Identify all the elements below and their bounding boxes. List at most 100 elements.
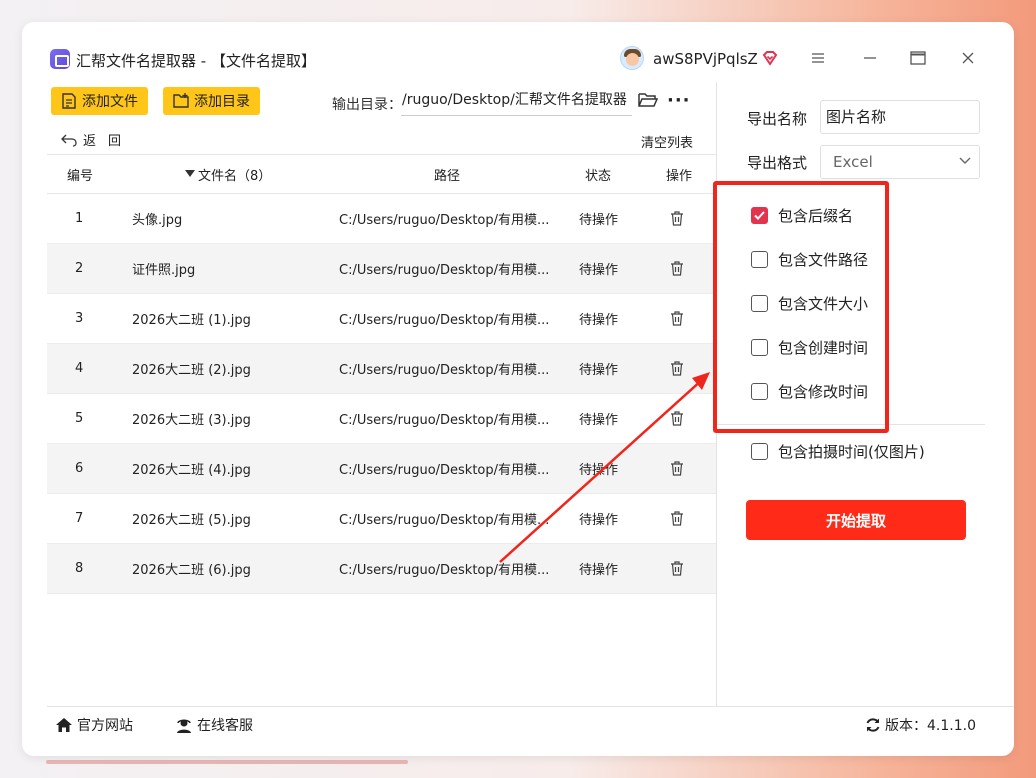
row-state: 待操作 [579, 363, 619, 378]
row-path: C:/Users/ruguo/Desktop/有用模... [339, 263, 550, 278]
maximize-icon[interactable] [908, 48, 928, 68]
output-directory-label: 输出目录： [332, 97, 402, 113]
option-include-modified-time[interactable]: 包含修改时间 [751, 380, 868, 402]
refresh-icon [866, 718, 880, 732]
status-bar: 官方网站 在线客服 版本：4.1.1.0 [47, 706, 1014, 740]
options-separator [717, 424, 985, 425]
window-title: 汇帮文件名提取器 - 【文件名提取】 [76, 52, 316, 70]
delete-icon[interactable] [670, 244, 684, 293]
row-name: 2026大二班 (3).jpg [132, 413, 251, 428]
export-format-label: 导出格式 [747, 154, 808, 172]
user-avatar[interactable] [620, 46, 644, 70]
official-site-link[interactable]: 官方网站 [55, 715, 133, 735]
header-no: 编号 [67, 168, 94, 184]
row-state: 待操作 [579, 413, 619, 428]
app-window: 汇帮文件名提取器 - 【文件名提取】 awS8PVjPqlsZ 添加文件 添加目… [22, 22, 1014, 756]
row-no: 3 [75, 311, 84, 326]
sort-down-icon [185, 170, 195, 177]
row-name: 2026大二班 (5).jpg [132, 513, 251, 528]
add-file-icon [62, 93, 76, 109]
option-label: 包含文件路径 [778, 250, 869, 269]
row-path: C:/Users/ruguo/Desktop/有用模... [339, 513, 550, 528]
checkbox[interactable] [751, 294, 768, 312]
row-name: 2026大二班 (6).jpg [132, 563, 251, 578]
row-path: C:/Users/ruguo/Desktop/有用模... [339, 363, 550, 378]
checkbox[interactable] [751, 382, 768, 400]
table-header: 编号 文件名（8） 路径 状态 操作 [47, 154, 717, 194]
checkbox[interactable] [751, 338, 768, 356]
add-directory-button[interactable]: 添加目录 [163, 87, 260, 115]
table-row[interactable]: 1 头像.jpg C:/Users/ruguo/Desktop/有用模... 待… [47, 194, 717, 244]
app-logo-icon [50, 49, 70, 69]
output-directory-field[interactable]: /ruguo/Desktop/汇帮文件名提取器 [401, 86, 632, 116]
export-name-input[interactable]: 图片名称 [820, 100, 980, 134]
export-format-value: Excel [833, 153, 873, 171]
delete-icon[interactable] [670, 294, 684, 343]
delete-icon[interactable] [670, 544, 684, 593]
add-file-button[interactable]: 添加文件 [51, 87, 148, 115]
row-no: 4 [75, 361, 84, 376]
back-label: 返回 [83, 134, 134, 149]
export-format-select[interactable]: Excel [820, 145, 980, 179]
back-button[interactable]: 返回 [61, 130, 133, 149]
minimize-icon[interactable] [860, 48, 880, 68]
row-state: 待操作 [579, 463, 619, 478]
table-row[interactable]: 5 2026大二班 (3).jpg C:/Users/ruguo/Desktop… [47, 394, 717, 444]
settings-panel: 导出名称 图片名称 导出格式 Excel 包含后缀名 包含文件路径 包含文件大小… [717, 82, 1014, 706]
version-info: 版本：4.1.1.0 [865, 715, 976, 735]
start-extract-button[interactable]: 开始提取 [746, 500, 966, 540]
row-no: 2 [75, 261, 84, 276]
clear-list-button[interactable]: 清空列表 [641, 132, 693, 151]
option-include-extension[interactable]: 包含后缀名 [751, 204, 853, 226]
option-label: 包含拍摄时间(仅图片) [778, 442, 925, 461]
row-state: 待操作 [579, 563, 619, 578]
chevron-down-icon [959, 157, 971, 164]
option-label: 包含创建时间 [778, 338, 869, 357]
row-path: C:/Users/ruguo/Desktop/有用模... [339, 463, 550, 478]
more-options-icon[interactable]: ··· [667, 90, 691, 111]
add-folder-icon [173, 93, 189, 108]
online-support-link[interactable]: 在线客服 [175, 715, 253, 735]
header-path: 路径 [434, 168, 461, 184]
row-name: 头像.jpg [132, 213, 183, 228]
avatar-face [626, 53, 639, 66]
delete-icon[interactable] [670, 444, 684, 493]
delete-icon[interactable] [670, 194, 684, 243]
username[interactable]: awS8PVjPqlsZ [653, 50, 758, 68]
option-include-path[interactable]: 包含文件路径 [751, 248, 868, 270]
option-label: 包含文件大小 [778, 294, 869, 313]
table-row[interactable]: 2 证件照.jpg C:/Users/ruguo/Desktop/有用模... … [47, 244, 717, 294]
row-state: 待操作 [579, 513, 619, 528]
delete-icon[interactable] [670, 394, 684, 443]
delete-icon[interactable] [670, 344, 684, 393]
row-no: 1 [75, 211, 84, 226]
table-row[interactable]: 7 2026大二班 (5).jpg C:/Users/ruguo/Desktop… [47, 494, 717, 544]
checkbox[interactable] [751, 442, 768, 460]
support-agent-icon [177, 719, 191, 733]
delete-icon[interactable] [670, 494, 684, 543]
row-state: 待操作 [579, 213, 619, 228]
option-include-size[interactable]: 包含文件大小 [751, 292, 868, 314]
row-name: 2026大二班 (4).jpg [132, 463, 251, 478]
header-name-label: 文件名（8） [198, 168, 272, 184]
back-arrow-icon [61, 134, 77, 147]
open-folder-icon[interactable] [638, 91, 658, 109]
row-name: 2026大二班 (2).jpg [132, 363, 251, 378]
checkbox-checked[interactable] [751, 206, 768, 224]
close-icon[interactable] [958, 48, 978, 68]
header-state: 状态 [585, 168, 612, 184]
menu-icon[interactable] [808, 48, 828, 68]
header-name[interactable]: 文件名（8） [185, 155, 271, 193]
table-row[interactable]: 6 2026大二班 (4).jpg C:/Users/ruguo/Desktop… [47, 444, 717, 494]
table-row[interactable]: 8 2026大二班 (6).jpg C:/Users/ruguo/Desktop… [47, 544, 717, 594]
row-path: C:/Users/ruguo/Desktop/有用模... [339, 313, 550, 328]
home-icon [56, 718, 72, 732]
option-include-created-time[interactable]: 包含创建时间 [751, 336, 868, 358]
background-progress-bar [46, 760, 408, 764]
option-include-shooting-time[interactable]: 包含拍摄时间(仅图片) [751, 440, 925, 462]
table-row[interactable]: 3 2026大二班 (1).jpg C:/Users/ruguo/Desktop… [47, 294, 717, 344]
vip-diamond-icon[interactable] [762, 50, 778, 66]
row-state: 待操作 [579, 313, 619, 328]
checkbox[interactable] [751, 250, 768, 268]
table-row[interactable]: 4 2026大二班 (2).jpg C:/Users/ruguo/Desktop… [47, 344, 717, 394]
